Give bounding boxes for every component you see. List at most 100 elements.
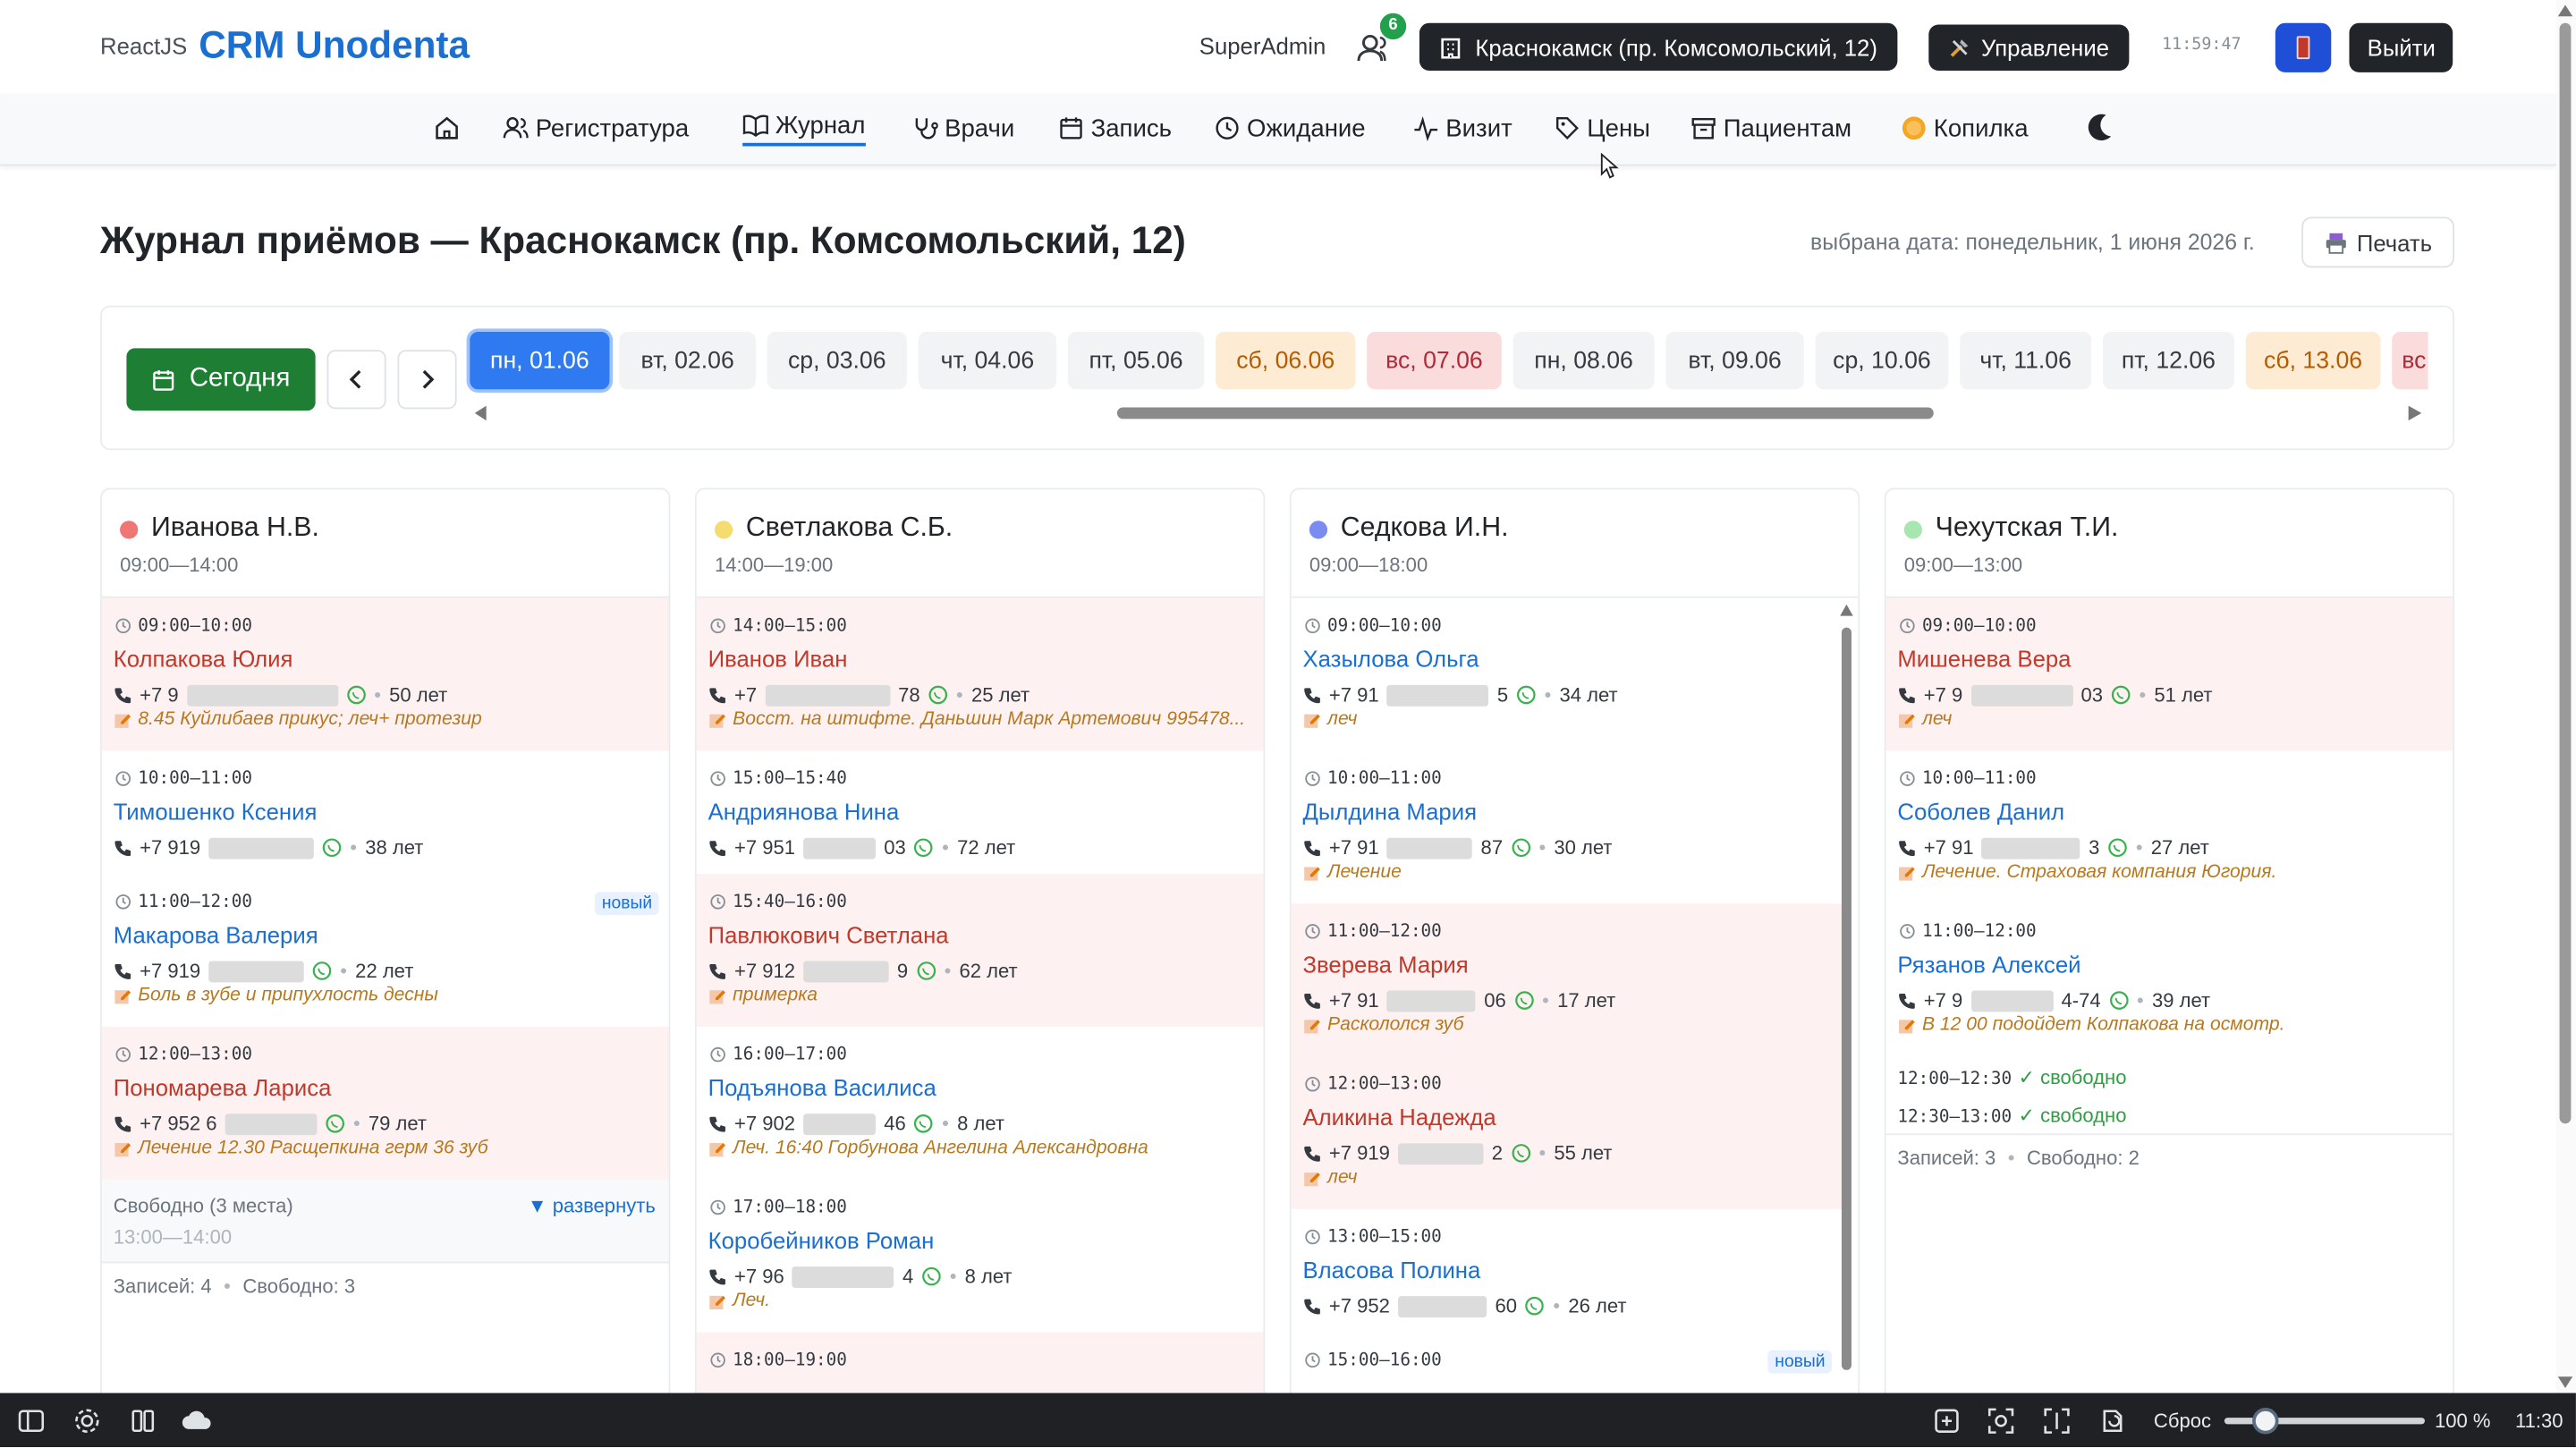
date-chip[interactable]: пн, 01.06 [470, 332, 610, 390]
cloud-icon[interactable] [181, 1406, 214, 1435]
appointment-card[interactable]: 14:00—15:00 Иванов Иван +7 78 • 25 лет Восс… [696, 597, 1264, 751]
patient-name[interactable]: Власова Полина [1303, 1257, 1481, 1283]
branch-button[interactable]: Краснокамск (пр. Комсомольский, 12) [1419, 22, 1897, 71]
expand-button[interactable]: ▼ развернуть [528, 1194, 656, 1217]
whatsapp-icon[interactable] [1514, 991, 1534, 1011]
settings-gear-icon[interactable] [72, 1406, 102, 1435]
date-chip[interactable]: чт, 04.06 [918, 332, 1056, 390]
whatsapp-icon[interactable] [2111, 685, 2131, 705]
door-button[interactable] [2275, 22, 2332, 72]
nav-patients[interactable]: Пациентам [1690, 110, 1852, 146]
scroll-right-icon[interactable] [2408, 405, 2422, 421]
zoom-slider-knob[interactable] [2252, 1408, 2279, 1435]
capture-icon[interactable] [1932, 1406, 1962, 1435]
whatsapp-icon[interactable] [326, 1114, 345, 1133]
nav-doctors[interactable]: Врачи [911, 110, 1014, 146]
whatsapp-icon[interactable] [1516, 685, 1536, 705]
page-scrollbar-thumb[interactable] [2559, 22, 2572, 1124]
whatsapp-icon[interactable] [346, 685, 366, 705]
appointment-card[interactable]: 15:00—15:40 Андриянова Нина +7 951 03 • 72 … [697, 750, 1264, 874]
print-button[interactable]: Печать [2301, 216, 2455, 268]
prev-date-button[interactable] [326, 350, 386, 410]
patient-name[interactable]: Андриянова Нина [708, 799, 900, 825]
reader-mode-icon[interactable] [2042, 1406, 2072, 1435]
whatsapp-icon[interactable] [914, 838, 934, 858]
column-scrollbar-thumb[interactable] [1841, 627, 1852, 1370]
page-actions-icon[interactable] [2097, 1406, 2127, 1435]
next-date-button[interactable] [397, 350, 457, 410]
moon-icon[interactable] [2083, 110, 2116, 143]
date-chip[interactable]: вт, 09.06 [1665, 332, 1804, 390]
appointment-card[interactable]: 10:00—11:00 Дылдина Мария +7 91 87 • 30 лет… [1292, 750, 1842, 903]
appointment-card[interactable]: 09:00—10:00 Мишенева Вера +7 9 03 • 51 лет … [1885, 597, 2453, 751]
patient-name[interactable]: Рязанов Алексей [1897, 951, 2080, 977]
date-chip[interactable]: пт, 05.06 [1067, 332, 1205, 390]
column-scrollbar[interactable] [1840, 604, 1853, 1376]
screenshot-icon[interactable] [1987, 1406, 2016, 1435]
whatsapp-icon[interactable] [928, 685, 948, 705]
date-chip[interactable]: вт, 02.06 [619, 332, 756, 390]
scroll-up-icon[interactable] [1840, 604, 1853, 616]
appointment-card[interactable]: 17:00—18:00 Коробейников Роман +7 96 4 • 8 … [697, 1180, 1264, 1333]
patient-name[interactable]: Макарова Валерия [114, 921, 318, 947]
appointment-card[interactable]: 12:00—13:00 Пономарева Лариса +7 952 6 • 7… [101, 1026, 669, 1180]
patient-name[interactable]: Павлюкович Светлана [708, 921, 949, 947]
zoom-reset-button[interactable]: Сброс [2154, 1410, 2211, 1433]
appointment-card[interactable]: 16:00—17:00 Подъянова Василиса +7 902 46 •… [697, 1027, 1264, 1180]
free-slot[interactable]: 12:00—12:30 ✓ свободно [1897, 1066, 2126, 1089]
whatsapp-icon[interactable] [914, 1114, 934, 1133]
nav-piggy[interactable]: Копилка [1901, 110, 2029, 146]
patient-name[interactable]: Зверева Мария [1303, 951, 1469, 977]
patient-name[interactable]: Хазылова Ольга [1303, 646, 1479, 672]
patient-name[interactable]: Мишенева Вера [1897, 646, 2071, 672]
date-chip[interactable]: сб, 06.06 [1216, 332, 1356, 390]
patient-name[interactable]: Дылдина Мария [1303, 799, 1478, 825]
date-chip[interactable]: пт, 12.06 [2102, 332, 2234, 390]
appointment-card[interactable]: 11:00—12:00 Рязанов Алексей +7 9 4-74 • 39 … [1886, 903, 2453, 1056]
appointment-card[interactable]: 15:40—16:00 Павлюкович Светлана +7 912 9 •… [696, 874, 1264, 1027]
date-chip[interactable]: сб, 13.06 [2245, 332, 2381, 390]
nav-waiting[interactable]: Ожидание [1214, 110, 1366, 146]
nav-journal[interactable]: Журнал [742, 110, 866, 147]
nav-prices[interactable]: Цены [1555, 110, 1650, 146]
sidebar-toggle-icon[interactable] [16, 1406, 46, 1435]
date-chip[interactable]: вс [2392, 332, 2428, 390]
whatsapp-icon[interactable] [1525, 1296, 1545, 1316]
date-chip[interactable]: чт, 11.06 [1960, 332, 2092, 390]
whatsapp-icon[interactable] [922, 1266, 942, 1286]
appointment-card[interactable]: 10:00—11:00 Тимошенко Ксения +7 919 • 38 л… [102, 750, 669, 874]
nav-record[interactable]: Запись [1058, 110, 1172, 146]
patient-name[interactable]: Колпакова Юлия [114, 646, 293, 672]
free-slots-group[interactable]: Свободно (3 места) ▼ развернуть 13:00—14… [101, 1179, 669, 1262]
date-chip[interactable]: ср, 10.06 [1815, 332, 1949, 390]
patient-name[interactable]: Пономарева Лариса [114, 1074, 332, 1100]
logout-button[interactable]: Выйти [2349, 22, 2454, 72]
appointment-card[interactable]: 09:00—10:00 Колпакова Юлия +7 9 • 50 лет 8… [101, 597, 669, 751]
nav-home[interactable] [434, 110, 460, 146]
date-chip[interactable]: вс, 07.06 [1367, 332, 1502, 390]
free-slot[interactable]: 12:30—13:00 ✓ свободно [1897, 1104, 2126, 1127]
patient-name[interactable]: Тимошенко Ксения [114, 799, 318, 825]
nav-visit[interactable]: Визит [1413, 110, 1513, 146]
nav-registry[interactable]: Регистратура [503, 110, 689, 146]
brand-title[interactable]: CRM Unodenta [199, 23, 470, 68]
split-view-icon[interactable] [128, 1406, 157, 1435]
date-chip[interactable]: пн, 08.06 [1513, 332, 1655, 390]
whatsapp-icon[interactable] [1511, 1143, 1530, 1163]
manage-button[interactable]: Управление [1928, 24, 2130, 71]
appointment-card[interactable]: 09:00—10:00 Хазылова Ольга +7 91 5 • 34 лет… [1292, 598, 1842, 751]
whatsapp-icon[interactable] [2108, 838, 2128, 858]
whatsapp-icon[interactable] [1511, 838, 1530, 858]
patient-name[interactable]: Иванов Иван [708, 646, 848, 672]
scroll-up-icon[interactable] [2557, 4, 2573, 17]
whatsapp-icon[interactable] [916, 961, 936, 980]
appointment-card[interactable]: 11:00—12:00 новый Макарова Валерия +7 91… [102, 874, 669, 1027]
scroll-down-icon[interactable] [2557, 1376, 2573, 1389]
appointment-card[interactable]: 10:00—11:00 Соболев Данил +7 91 3 • 27 лет … [1886, 750, 2453, 903]
patient-name[interactable]: Подъянова Василиса [708, 1074, 936, 1100]
appointment-card[interactable]: 11:00—12:00 Зверева Мария +7 91 06 • 17 лет… [1291, 903, 1842, 1056]
patient-name[interactable]: Коробейников Роман [708, 1227, 935, 1253]
appointment-card[interactable]: 13:00—15:00 Власова Полина +7 952 60 • 26 л… [1292, 1209, 1842, 1333]
whatsapp-icon[interactable] [2109, 991, 2129, 1011]
date-chip[interactable]: ср, 03.06 [767, 332, 907, 390]
